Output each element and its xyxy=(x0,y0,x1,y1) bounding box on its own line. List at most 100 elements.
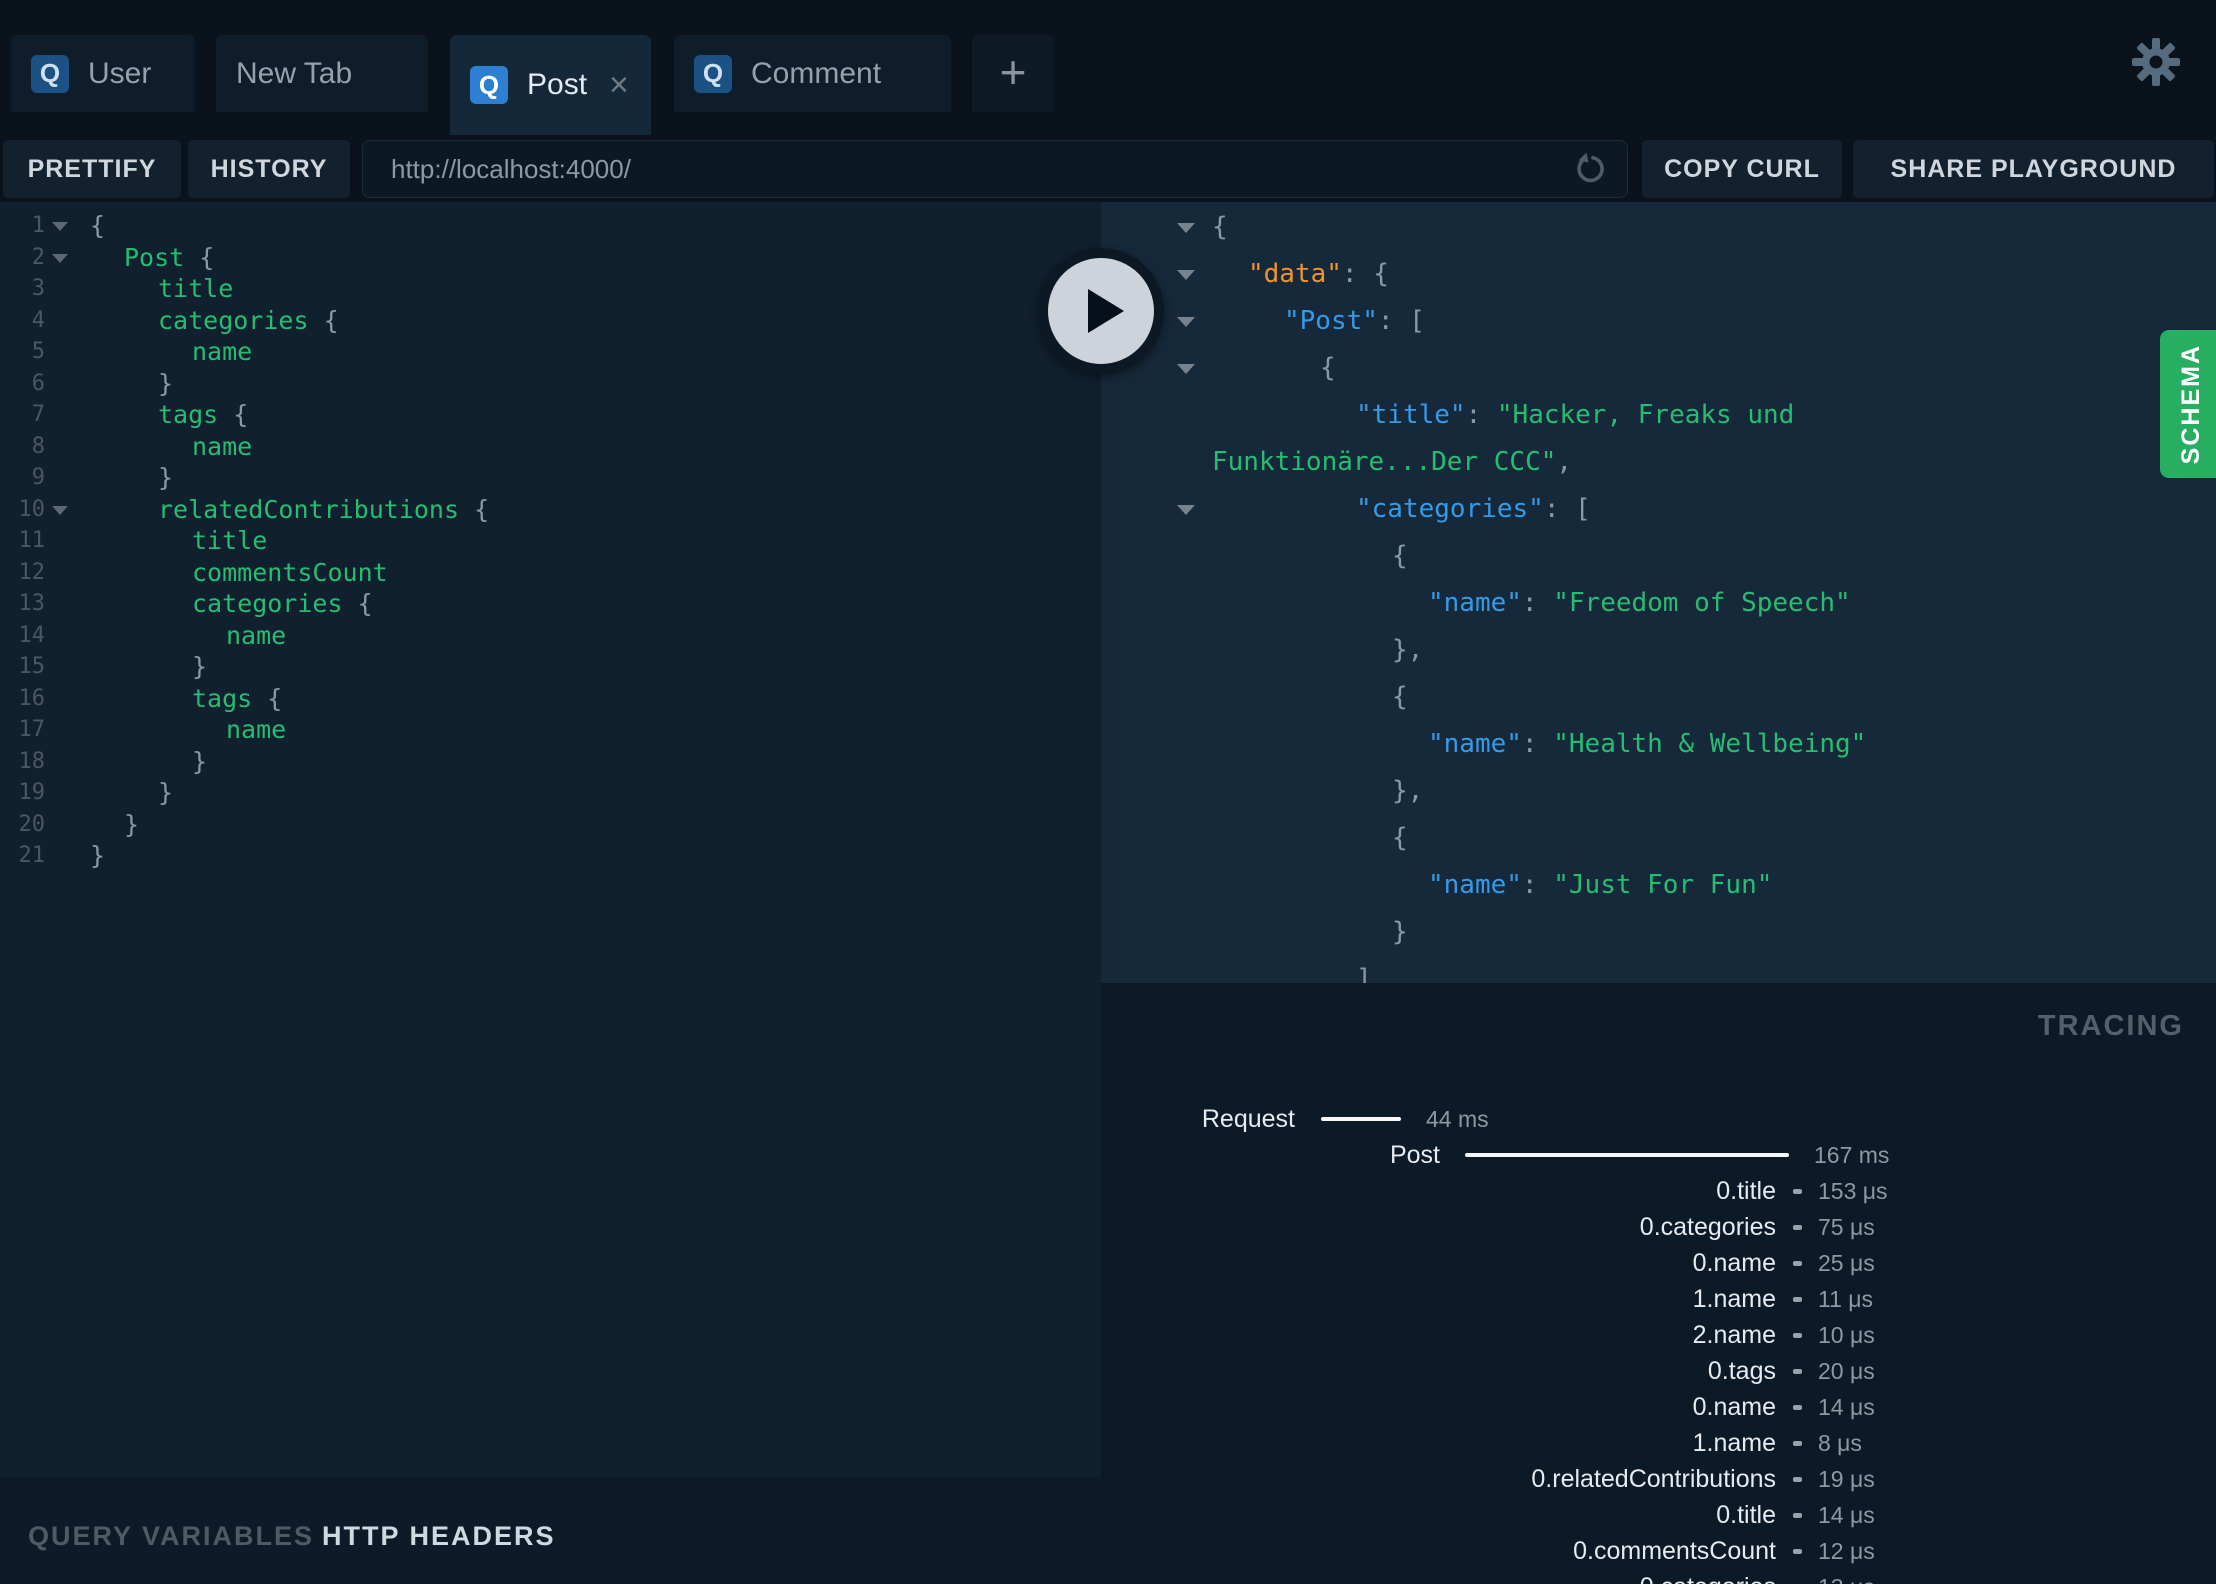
query-variables-tab[interactable]: QUERY VARIABLES xyxy=(28,1518,314,1554)
line-number: 7 xyxy=(31,402,45,427)
fold-arrow-icon[interactable] xyxy=(1177,505,1195,515)
code-token: tags xyxy=(192,683,253,713)
response-row: "categories": [ xyxy=(1101,486,2216,533)
editor-line: 10 relatedContributions { xyxy=(0,494,1101,526)
trace-resolver-duration: 20 μs xyxy=(1818,1358,1875,1384)
schema-side-tab[interactable]: SCHEMA xyxy=(2160,330,2216,478)
code-token: relatedContributions xyxy=(158,494,460,524)
trace-span-row: Request 44 ms xyxy=(1101,1101,2216,1137)
code-token: name xyxy=(226,715,287,744)
trace-resolver-dash xyxy=(1793,1261,1802,1266)
code-token: , xyxy=(1556,447,1573,477)
response-line: { xyxy=(1392,815,1408,862)
response-row: "name": "Health & Wellbeing" xyxy=(1101,721,2216,768)
line-number: 16 xyxy=(18,685,46,711)
share-playground-button[interactable]: SHARE PLAYGROUND xyxy=(1853,140,2214,198)
trace-resolver-row: 1.name 11 μs xyxy=(1101,1281,2216,1317)
code-token: : xyxy=(1521,588,1554,618)
reload-icon[interactable] xyxy=(1573,151,1609,187)
trace-resolver-duration: 75 μs xyxy=(1818,1214,1875,1240)
code-token: { xyxy=(1392,823,1408,853)
trace-span-label: Post xyxy=(1389,1141,1440,1169)
tracing-panel: TRACING Request 44 ms Post 167 ms 0.title 153… xyxy=(1101,983,2216,1584)
execute-query-button[interactable] xyxy=(1038,248,1164,374)
prettify-button[interactable]: PRETTIFY xyxy=(3,140,181,198)
http-headers-tab[interactable]: HTTP HEADERS xyxy=(322,1518,556,1554)
fold-arrow-icon[interactable] xyxy=(52,222,68,231)
code-line: } xyxy=(158,777,173,809)
trace-resolver-row: 0.categories 13 μs xyxy=(1101,1569,2216,1584)
trace-resolver-label: 0.relatedContributions xyxy=(1531,1465,1776,1493)
response-line: { xyxy=(1212,204,1228,251)
code-line: } xyxy=(158,462,173,494)
trace-resolver-row: 2.name 10 μs xyxy=(1101,1317,2216,1353)
close-tab-icon[interactable]: × xyxy=(609,68,629,102)
response-viewer[interactable]: {"data": {"Post": [{"title": "Hacker, Fr… xyxy=(1101,202,2216,983)
endpoint-url-input[interactable]: http://localhost:4000/ xyxy=(362,140,1628,198)
code-token: }, xyxy=(1392,635,1424,665)
code-token: "Health & Wellbeing" xyxy=(1553,729,1867,759)
plus-icon: + xyxy=(999,45,1027,98)
editor-line: 15} xyxy=(0,651,1101,683)
response-line: ] xyxy=(1356,956,1372,983)
code-token: } xyxy=(158,463,174,492)
response-line: }, xyxy=(1392,768,1423,815)
fold-arrow-icon[interactable] xyxy=(1177,317,1195,327)
line-number: 21 xyxy=(18,843,46,868)
tab-post[interactable]: Q Post × xyxy=(450,35,651,135)
editor-line: 16 tags { xyxy=(0,683,1101,715)
trace-span-bar xyxy=(1465,1153,1789,1157)
code-token: : [ xyxy=(1543,494,1591,524)
fold-arrow-icon[interactable] xyxy=(52,253,68,263)
response-row: "data": { xyxy=(1101,251,2216,298)
code-line: } xyxy=(158,368,173,400)
trace-resolver-row: 0.name 25 μs xyxy=(1101,1245,2216,1281)
code-line: } xyxy=(90,840,105,872)
line-number: 9 xyxy=(31,465,45,490)
history-button[interactable]: HISTORY xyxy=(188,140,350,198)
fold-arrow-icon[interactable] xyxy=(1177,223,1195,233)
fold-arrow-icon[interactable] xyxy=(1177,364,1195,374)
code-token: name xyxy=(226,620,287,650)
code-token: { xyxy=(1320,353,1336,383)
code-token: { xyxy=(342,589,373,618)
code-token: "name" xyxy=(1428,870,1522,900)
trace-resolver-label: 0.commentsCount xyxy=(1573,1537,1776,1565)
query-editor[interactable]: 1{2 Post {3 title 4 categories {5 name 6} 7 tags… xyxy=(0,202,1101,1477)
schema-side-tab-label: SCHEMA xyxy=(2176,343,2205,465)
line-number: 11 xyxy=(18,528,46,553)
tab-label: Post xyxy=(527,68,588,101)
code-token: { xyxy=(459,494,490,524)
code-line: relatedContributions { xyxy=(158,494,489,526)
code-line: categories { xyxy=(158,305,339,337)
copy-curl-button[interactable]: COPY CURL xyxy=(1642,140,1842,198)
code-token: name xyxy=(192,431,253,461)
code-token: } xyxy=(158,368,174,398)
editor-line: 1{ xyxy=(0,210,1101,242)
fold-arrow-icon[interactable] xyxy=(52,505,68,515)
trace-resolver-duration: 11 μs xyxy=(1818,1286,1874,1312)
trace-span-row: Post 167 ms xyxy=(1101,1137,2216,1173)
trace-resolver-row: 0.categories 75 μs xyxy=(1101,1209,2216,1245)
trace-resolver-row: 0.tags 20 μs xyxy=(1101,1353,2216,1389)
query-type-badge: Q xyxy=(694,54,732,93)
editor-line: 4 categories { xyxy=(0,305,1101,337)
tab-new-tab[interactable]: New Tab xyxy=(216,35,428,112)
settings-gear-icon[interactable] xyxy=(2132,38,2180,86)
response-row: "name": "Freedom of Speech" xyxy=(1101,580,2216,627)
trace-resolver-label: 0.categories xyxy=(1639,1213,1776,1241)
code-token: } xyxy=(192,746,208,776)
trace-resolver-label: 1.name xyxy=(1692,1429,1776,1457)
line-number: 8 xyxy=(31,433,45,459)
trace-resolver-dash xyxy=(1793,1225,1802,1230)
new-tab-button[interactable]: + xyxy=(972,35,1054,112)
trace-resolver-dash xyxy=(1793,1441,1802,1446)
tab-comment[interactable]: Q Comment xyxy=(674,35,951,112)
trace-resolver-label: 0.name xyxy=(1692,1249,1776,1277)
editor-line: 8 name xyxy=(0,431,1101,463)
code-token: name xyxy=(192,337,253,366)
tab-user[interactable]: Q User xyxy=(11,35,195,112)
fold-arrow-icon[interactable] xyxy=(1177,270,1195,280)
code-token: { xyxy=(252,683,283,713)
line-number: 18 xyxy=(18,748,46,774)
